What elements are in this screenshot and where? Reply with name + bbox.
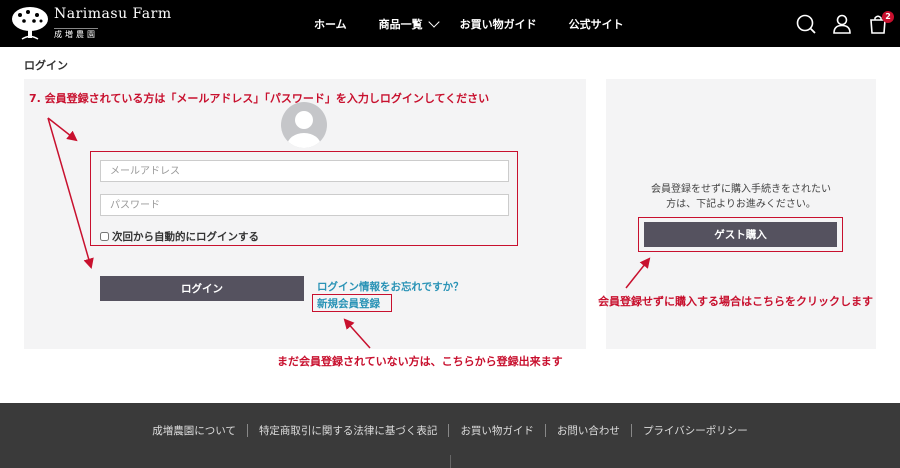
forgot-password-link[interactable]: ログイン情報をお忘れですか？ xyxy=(317,279,464,294)
site-logo[interactable]: Narimasu Farm 成増農園 xyxy=(10,6,172,40)
guest-description-line2: 方は、下記よりお進みください。 xyxy=(666,199,816,210)
nav-shopping-guide-label: お買い物ガイド xyxy=(459,17,537,31)
guest-annotation: 会員登録せずに購入する場合はこちらをクリックします xyxy=(598,295,873,308)
main-nav: ホーム 商品一覧 お買い物ガイド 公式サイト xyxy=(314,0,656,47)
footer-links: 成増農園について 特定商取引に関する法律に基づく表記 お買い物ガイド お問い合わ… xyxy=(0,423,900,438)
login-button[interactable]: ログイン xyxy=(100,276,304,301)
footer-link-about[interactable]: 成増農園について xyxy=(141,423,247,438)
nav-official-site-label: 公式サイト xyxy=(568,17,624,31)
search-icon[interactable] xyxy=(795,13,817,35)
page-title: ログイン xyxy=(24,59,68,72)
logo-subtitle: 成増農園 xyxy=(54,27,98,39)
footer-link-legal[interactable]: 特定商取引に関する法律に基づく表記 xyxy=(248,423,449,438)
register-annotation: まだ会員登録されていない方は、こちらから登録出来ます xyxy=(277,355,563,368)
footer-divider xyxy=(450,455,451,468)
nav-home[interactable]: ホーム xyxy=(314,16,347,32)
footer-link-contact[interactable]: お問い合わせ xyxy=(546,423,631,438)
footer-link-privacy[interactable]: プライバシーポリシー xyxy=(632,423,759,438)
nav-shopping-guide[interactable]: お買い物ガイド xyxy=(460,16,537,32)
logo-title: Narimasu Farm xyxy=(54,5,172,22)
guest-button-highlight xyxy=(638,217,843,252)
site-header: Narimasu Farm 成増農園 ホーム 商品一覧 お買い物ガイド 公式サイ… xyxy=(0,0,900,47)
guest-description-line1: 会員登録をせずに購入手続きをされたい xyxy=(651,184,831,195)
guest-description: 会員登録をせずに購入手続きをされたい 方は、下記よりお進みください。 xyxy=(606,182,876,212)
nav-products[interactable]: 商品一覧 xyxy=(378,15,440,32)
chevron-down-icon xyxy=(428,15,440,28)
tree-logo-icon xyxy=(12,7,48,40)
register-link-highlight xyxy=(312,294,392,312)
nav-home-label: ホーム xyxy=(314,17,347,31)
avatar-icon xyxy=(281,102,327,148)
site-footer: 成増農園について 特定商取引に関する法律に基づく表記 お買い物ガイド お問い合わ… xyxy=(0,403,900,468)
login-fields-highlight xyxy=(90,151,518,246)
step-annotation: 7. 会員登録されている方は「メールアドレス」「パスワード」を入力しログインして… xyxy=(29,92,490,105)
cart-count-badge: 2 xyxy=(882,11,894,23)
user-icon[interactable] xyxy=(831,13,853,35)
nav-official-site[interactable]: 公式サイト xyxy=(569,16,624,32)
nav-products-label: 商品一覧 xyxy=(378,17,423,31)
footer-link-shopping-guide[interactable]: お買い物ガイド xyxy=(449,423,545,438)
